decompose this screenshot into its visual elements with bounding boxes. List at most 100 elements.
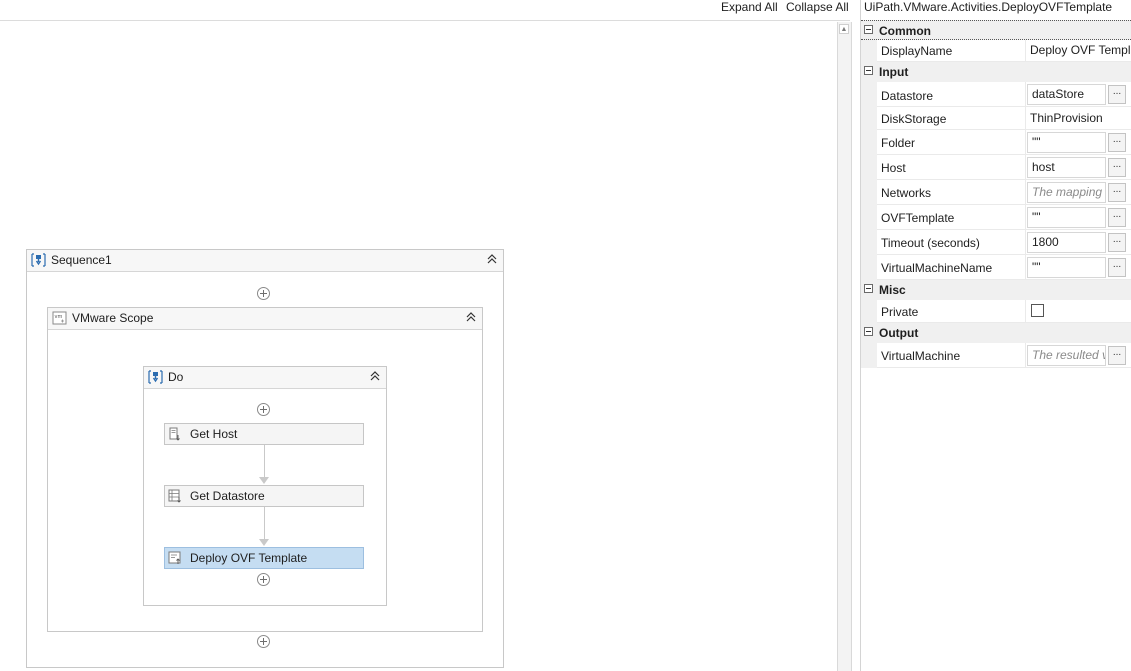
collapse-category-icon[interactable] xyxy=(864,327,873,336)
column-divider xyxy=(1025,180,1026,204)
property-displayname[interactable]: DisplayName Deploy OVF Templ xyxy=(877,40,1131,62)
category-common[interactable]: Common xyxy=(861,20,1131,40)
property-virtualmachinename[interactable]: VirtualMachineName "" ... xyxy=(877,255,1131,280)
folder-ellipsis-button[interactable]: ... xyxy=(1108,133,1126,152)
column-divider xyxy=(1025,300,1026,322)
category-input[interactable]: Input xyxy=(861,62,1131,82)
property-folder[interactable]: Folder "" ... xyxy=(877,130,1131,155)
sequence-header[interactable]: Sequence1 xyxy=(27,250,503,272)
ovftemplate-input[interactable]: "" xyxy=(1027,207,1106,228)
diskstorage-select[interactable]: ThinProvision xyxy=(1030,111,1103,125)
grid-gutter xyxy=(861,300,877,323)
property-name: VirtualMachine xyxy=(881,349,961,363)
column-divider xyxy=(1025,107,1026,129)
collapse-category-icon[interactable] xyxy=(864,25,873,34)
property-networks[interactable]: Networks The mapping ... xyxy=(877,180,1131,205)
do-header[interactable]: Do xyxy=(144,367,386,389)
property-grid: Common DisplayName Deploy OVF Templ Inpu… xyxy=(861,20,1131,671)
activity-label: Deploy OVF Template xyxy=(190,551,308,565)
column-divider xyxy=(1025,343,1026,367)
displayname-value[interactable]: Deploy OVF Templ xyxy=(1030,43,1130,57)
activity-get-datastore[interactable]: Get Datastore xyxy=(164,485,364,507)
folder-input[interactable]: "" xyxy=(1027,132,1106,153)
category-label: Output xyxy=(879,326,919,340)
category-misc[interactable]: Misc xyxy=(861,280,1131,300)
column-divider xyxy=(1025,130,1026,154)
column-divider xyxy=(1025,82,1026,106)
vmware-scope-collapse-icon[interactable] xyxy=(464,311,478,325)
virtualmachinename-ellipsis-button[interactable]: ... xyxy=(1108,258,1126,277)
designer-canvas[interactable]: Sequence1 vm VMware Scope Do Get Host Ge… xyxy=(0,21,836,671)
property-virtualmachine[interactable]: VirtualMachine The resulted v ... xyxy=(877,343,1131,368)
column-divider xyxy=(1025,155,1026,179)
column-divider xyxy=(1025,40,1026,61)
flow-connector xyxy=(264,445,265,479)
property-name: Networks xyxy=(881,186,932,200)
property-ovftemplate[interactable]: OVFTemplate "" ... xyxy=(877,205,1131,230)
private-checkbox[interactable] xyxy=(1031,304,1044,317)
virtualmachinename-input[interactable]: "" xyxy=(1027,257,1106,278)
networks-input[interactable]: The mapping xyxy=(1027,182,1106,203)
svg-text:vm: vm xyxy=(55,314,63,320)
property-datastore[interactable]: Datastore dataStore ... xyxy=(877,82,1131,107)
category-label: Input xyxy=(879,65,909,79)
sequence-icon xyxy=(148,370,163,384)
category-label: Misc xyxy=(879,283,906,297)
grid-gutter xyxy=(861,82,877,288)
column-divider xyxy=(1025,255,1026,279)
datastore-ellipsis-button[interactable]: ... xyxy=(1108,85,1126,104)
flow-arrow xyxy=(259,539,269,546)
host-input[interactable]: host xyxy=(1027,157,1106,178)
add-activity-button[interactable] xyxy=(257,403,270,416)
sequence-collapse-icon[interactable] xyxy=(485,253,499,267)
property-name: Host xyxy=(881,161,906,175)
property-diskstorage[interactable]: DiskStorage ThinProvision xyxy=(877,107,1131,130)
vmware-scope-header[interactable]: vm VMware Scope xyxy=(48,308,482,330)
collapse-category-icon[interactable] xyxy=(864,284,873,293)
host-ellipsis-button[interactable]: ... xyxy=(1108,158,1126,177)
property-name: DisplayName xyxy=(881,44,953,58)
category-label: Common xyxy=(879,24,931,38)
sequence-container[interactable]: Sequence1 vm VMware Scope Do Get Host Ge… xyxy=(26,249,504,668)
column-divider xyxy=(1025,205,1026,229)
ovftemplate-ellipsis-button[interactable]: ... xyxy=(1108,208,1126,227)
expand-all-link[interactable]: Expand All xyxy=(721,0,778,14)
collapse-category-icon[interactable] xyxy=(864,66,873,75)
sequence-title: Sequence1 xyxy=(51,253,112,267)
property-name: Private xyxy=(881,305,919,319)
activity-deploy-ovf-template[interactable]: Deploy OVF Template xyxy=(164,547,364,569)
vmware-scope-container[interactable]: vm VMware Scope Do Get Host Get Datastor… xyxy=(47,307,483,632)
vm-icon: vm xyxy=(52,311,67,325)
host-icon xyxy=(169,427,180,441)
vmware-scope-title: VMware Scope xyxy=(72,311,154,325)
add-activity-button[interactable] xyxy=(257,635,270,648)
virtualmachine-input[interactable]: The resulted v xyxy=(1027,345,1106,366)
panel-splitter[interactable] xyxy=(852,0,861,671)
activity-get-host[interactable]: Get Host xyxy=(164,423,364,445)
datastore-input[interactable]: dataStore xyxy=(1027,84,1106,105)
do-collapse-icon[interactable] xyxy=(368,370,382,384)
scroll-up-icon[interactable]: ▲ xyxy=(839,24,849,34)
do-sequence-container[interactable]: Do Get Host Get Datastore Deploy OVF Tem… xyxy=(143,366,387,606)
category-output[interactable]: Output xyxy=(861,323,1131,343)
property-name: DiskStorage xyxy=(881,112,947,126)
grid-gutter xyxy=(861,40,877,62)
property-host[interactable]: Host host ... xyxy=(877,155,1131,180)
timeout-ellipsis-button[interactable]: ... xyxy=(1108,233,1126,252)
property-private[interactable]: Private xyxy=(877,300,1131,323)
property-timeout[interactable]: Timeout (seconds) 1800 ... xyxy=(877,230,1131,255)
datastore-icon xyxy=(168,489,181,503)
virtualmachine-ellipsis-button[interactable]: ... xyxy=(1108,346,1126,365)
sequence-icon xyxy=(31,253,46,267)
collapse-all-link[interactable]: Collapse All xyxy=(786,0,849,14)
networks-ellipsis-button[interactable]: ... xyxy=(1108,183,1126,202)
property-name: VirtualMachineName xyxy=(881,261,993,275)
property-name: Timeout (seconds) xyxy=(881,236,980,250)
grid-gutter xyxy=(861,343,877,368)
timeout-input[interactable]: 1800 xyxy=(1027,232,1106,253)
column-divider xyxy=(1025,230,1026,254)
add-activity-button[interactable] xyxy=(257,287,270,300)
add-activity-button[interactable] xyxy=(257,573,270,586)
designer-vertical-scrollbar[interactable]: ▲ xyxy=(837,22,852,671)
flow-connector xyxy=(264,507,265,541)
